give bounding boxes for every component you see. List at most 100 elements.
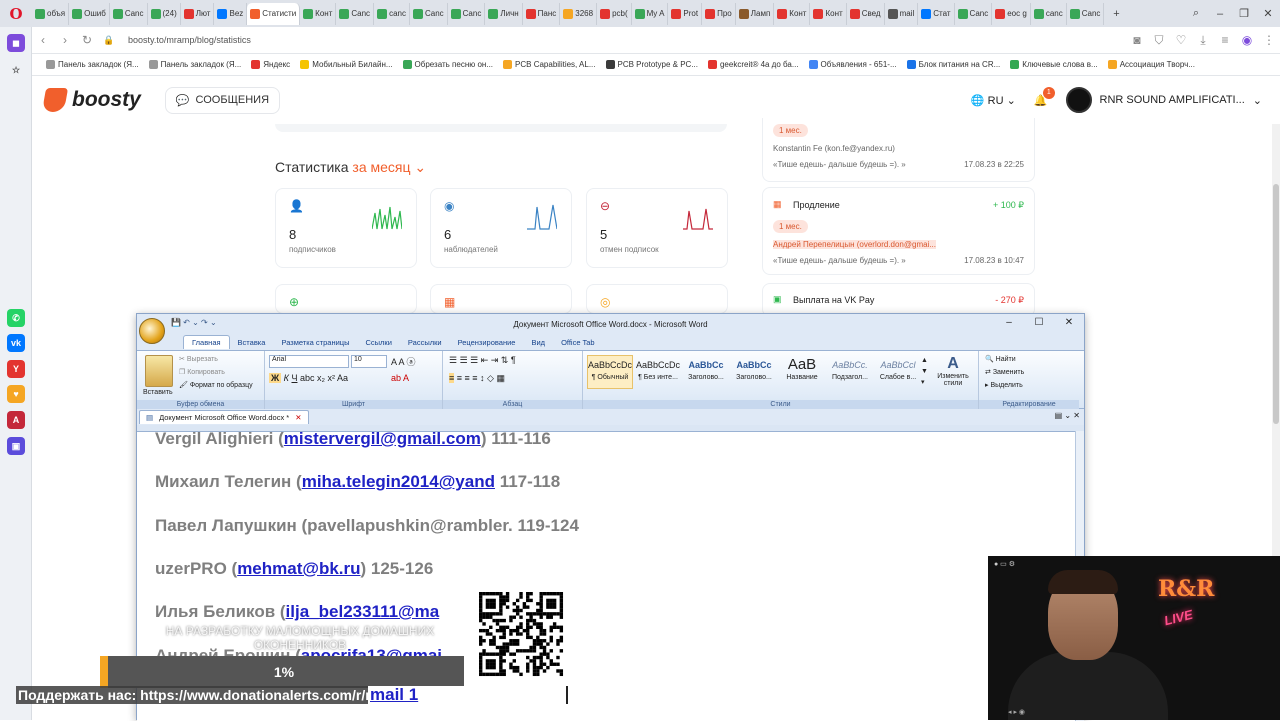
new-tab-button[interactable]: + [1104,8,1128,20]
whatsapp-icon[interactable]: ✆ [7,309,25,327]
ribbon-tab[interactable]: Office Tab [553,336,603,349]
search-tabs-icon[interactable]: ⌕ [1184,7,1208,20]
style-item[interactable]: AaBbCcDc ¶ Обычный [587,355,633,389]
style-item[interactable]: AaBbCc Заголово... [683,355,729,389]
language-selector[interactable]: 🌐 RU ⌄ [971,94,1016,107]
download-icon[interactable]: ⤓ [1192,33,1214,48]
font-format-buttons[interactable]: Ж К Ч abc x₂ x² Aa [269,373,348,383]
maximize-icon[interactable]: ❐ [1232,7,1256,20]
period-dropdown[interactable]: за месяц ⌄ [352,159,426,175]
font-name-select[interactable]: Arial [269,355,349,368]
bookmark-item[interactable]: Ключевые слова в... [1010,60,1098,69]
menu-icon[interactable]: ≡ [1214,33,1236,47]
stat-card-partial-3[interactable]: ◎ [586,284,728,314]
bookmark-item[interactable]: Ассоциация Творч... [1107,60,1195,69]
styles-scroll-buttons[interactable]: ▲ ▼ ▾ [921,355,928,388]
ribbon-tab[interactable]: Разметка страницы [273,336,357,349]
minimize-icon[interactable]: – [996,317,1022,328]
email-link[interactable]: mehmat@bk.ru [237,559,360,578]
browser-tab[interactable]: My A [632,2,669,25]
ribbon-tab[interactable]: Вставка [230,336,274,349]
aria-icon[interactable]: A [7,411,25,429]
browser-tab[interactable]: Про [702,2,736,25]
camera-icon[interactable]: ◙ [1126,33,1148,47]
browser-tab[interactable]: Лют [181,2,215,25]
vk-icon[interactable]: vk [7,334,25,352]
browser-tab[interactable]: pcb( [597,2,632,25]
document-line[interactable]: Vergil Alighieri (mistervergil@gmail.com… [155,432,551,449]
browser-tab[interactable]: Конт [300,2,337,25]
font-grow-shrink-buttons[interactable]: A A ⓐ [391,355,416,368]
workspace-icon[interactable]: ◼ [7,34,25,52]
style-item[interactable]: AaBbCc. Подзагол... [827,355,873,389]
format-painter-button[interactable]: 🖌 Формат по образцу [179,381,253,389]
bookmark-item[interactable]: PCB Prototype & PC... [605,60,698,69]
ribbon-tab[interactable]: Ссылки [357,336,399,349]
email-link[interactable]: mistervergil@gmail.com [284,432,481,448]
browser-tab[interactable]: Конт [774,2,811,25]
document-tab[interactable]: ▤ Документ Microsoft Office Word.docx * ✕ [139,410,309,424]
email-link[interactable]: miha.telegin2014@yand [302,472,495,491]
messages-button[interactable]: 💬 СООБЩЕНИЯ [164,86,281,114]
quick-access-toolbar[interactable]: 💾 ↶ ⌄ ↷ ⌄ [171,318,217,327]
ribbon-tab[interactable]: Главная [183,335,230,349]
browser-tab[interactable]: объя [32,2,70,25]
document-line[interactable]: Павел Лапушкин (pavellapushkin@rambler. … [155,516,579,536]
bookmark-item[interactable]: Блок питания на CR... [906,60,1000,69]
ribbon-tab[interactable]: Рассылки [400,336,450,349]
style-item[interactable]: AaBbCcl Слабое в... [875,355,921,389]
browser-tab[interactable]: Конт [810,2,847,25]
forward-icon[interactable]: › [54,33,76,47]
email-link[interactable]: ilja_bel233111@ma [286,602,440,621]
reload-icon[interactable]: ↻ [76,33,98,47]
browser-tab[interactable]: Панс [523,2,561,25]
browser-tab[interactable]: Canc [955,2,993,25]
browser-tab[interactable]: Личн [485,2,523,25]
back-icon[interactable]: ‹ [32,33,54,47]
close-tab-icon[interactable]: ✕ [295,413,301,422]
bookmark-item[interactable]: Мобильный Билайн... [300,60,393,69]
browser-tab[interactable]: Canc [336,2,375,25]
style-item[interactable]: AaBbCcDc ¶ Без инте... [635,355,681,389]
settings-icon[interactable]: ⋮ [1258,33,1280,47]
bell-icon[interactable]: 🔔 1 [1034,86,1055,107]
profile-icon[interactable]: ◉ [1236,33,1258,47]
bookmark-item[interactable]: PCB Capabilities, AL... [503,60,596,69]
doc-tab-controls[interactable]: ▤ ⌄ ✕ [1055,411,1080,420]
ribbon-tab[interactable]: Рецензирование [450,336,524,349]
bookmark-item[interactable]: Объявления - 651-... [808,60,897,69]
browser-tab[interactable]: mail [885,2,919,25]
find-button[interactable]: 🔍 Найти [985,355,1016,363]
heart-icon[interactable]: ♡ [1170,33,1192,47]
cut-button[interactable]: ✂ Вырезать [179,355,218,363]
bookmark-item[interactable]: Обрезать песню он... [402,60,493,69]
browser-tab[interactable]: 3268 [560,2,598,25]
extension-icon[interactable]: ▣ [7,437,25,455]
followers-card[interactable]: ◉ 6 наблюдателей [430,188,572,268]
replace-button[interactable]: ⇄ Заменить [985,368,1024,376]
stat-card-partial-1[interactable]: ⊕ [275,284,417,314]
change-styles-button[interactable]: A Изменить стили [931,355,975,387]
maximize-icon[interactable]: ☐ [1026,317,1052,328]
browser-tab[interactable]: Статисти [247,2,301,25]
pinboard-icon[interactable]: ☆ [7,61,25,79]
minimize-icon[interactable]: – [1208,8,1232,20]
boosty-logo[interactable]: boosty [41,88,141,112]
account-menu[interactable]: RNR SOUND AMPLIFICATI... ⌄ [1065,87,1262,113]
cancellations-card[interactable]: ⊖ 5 отмен подписок [586,188,728,268]
browser-tab[interactable]: eoc g [992,2,1031,25]
style-item[interactable]: AaBbCc Заголово... [731,355,777,389]
ribbon-tab[interactable]: Вид [523,336,553,349]
opera-logo-icon[interactable]: O [0,0,32,27]
browser-tab[interactable]: canc [374,2,410,25]
paste-icon[interactable] [145,355,173,387]
document-line[interactable]: Михаил Телегин (miha.telegin2014@yand 11… [155,472,560,492]
browser-tab[interactable]: Свед [847,2,885,25]
copy-button[interactable]: ❐ Копировать [179,368,225,376]
browser-tab[interactable]: Canc [410,2,448,25]
player-icon[interactable]: ♥ [7,385,25,403]
subscribers-card[interactable]: 👤 8 подписчиков [275,188,417,268]
bookmark-item[interactable]: Панель закладок (Я... [148,60,241,69]
align-buttons[interactable]: ≡ ≡ ≡ ≡ ↕ ◇ ▦ [449,373,505,384]
browser-tab[interactable]: canc [1031,2,1067,25]
